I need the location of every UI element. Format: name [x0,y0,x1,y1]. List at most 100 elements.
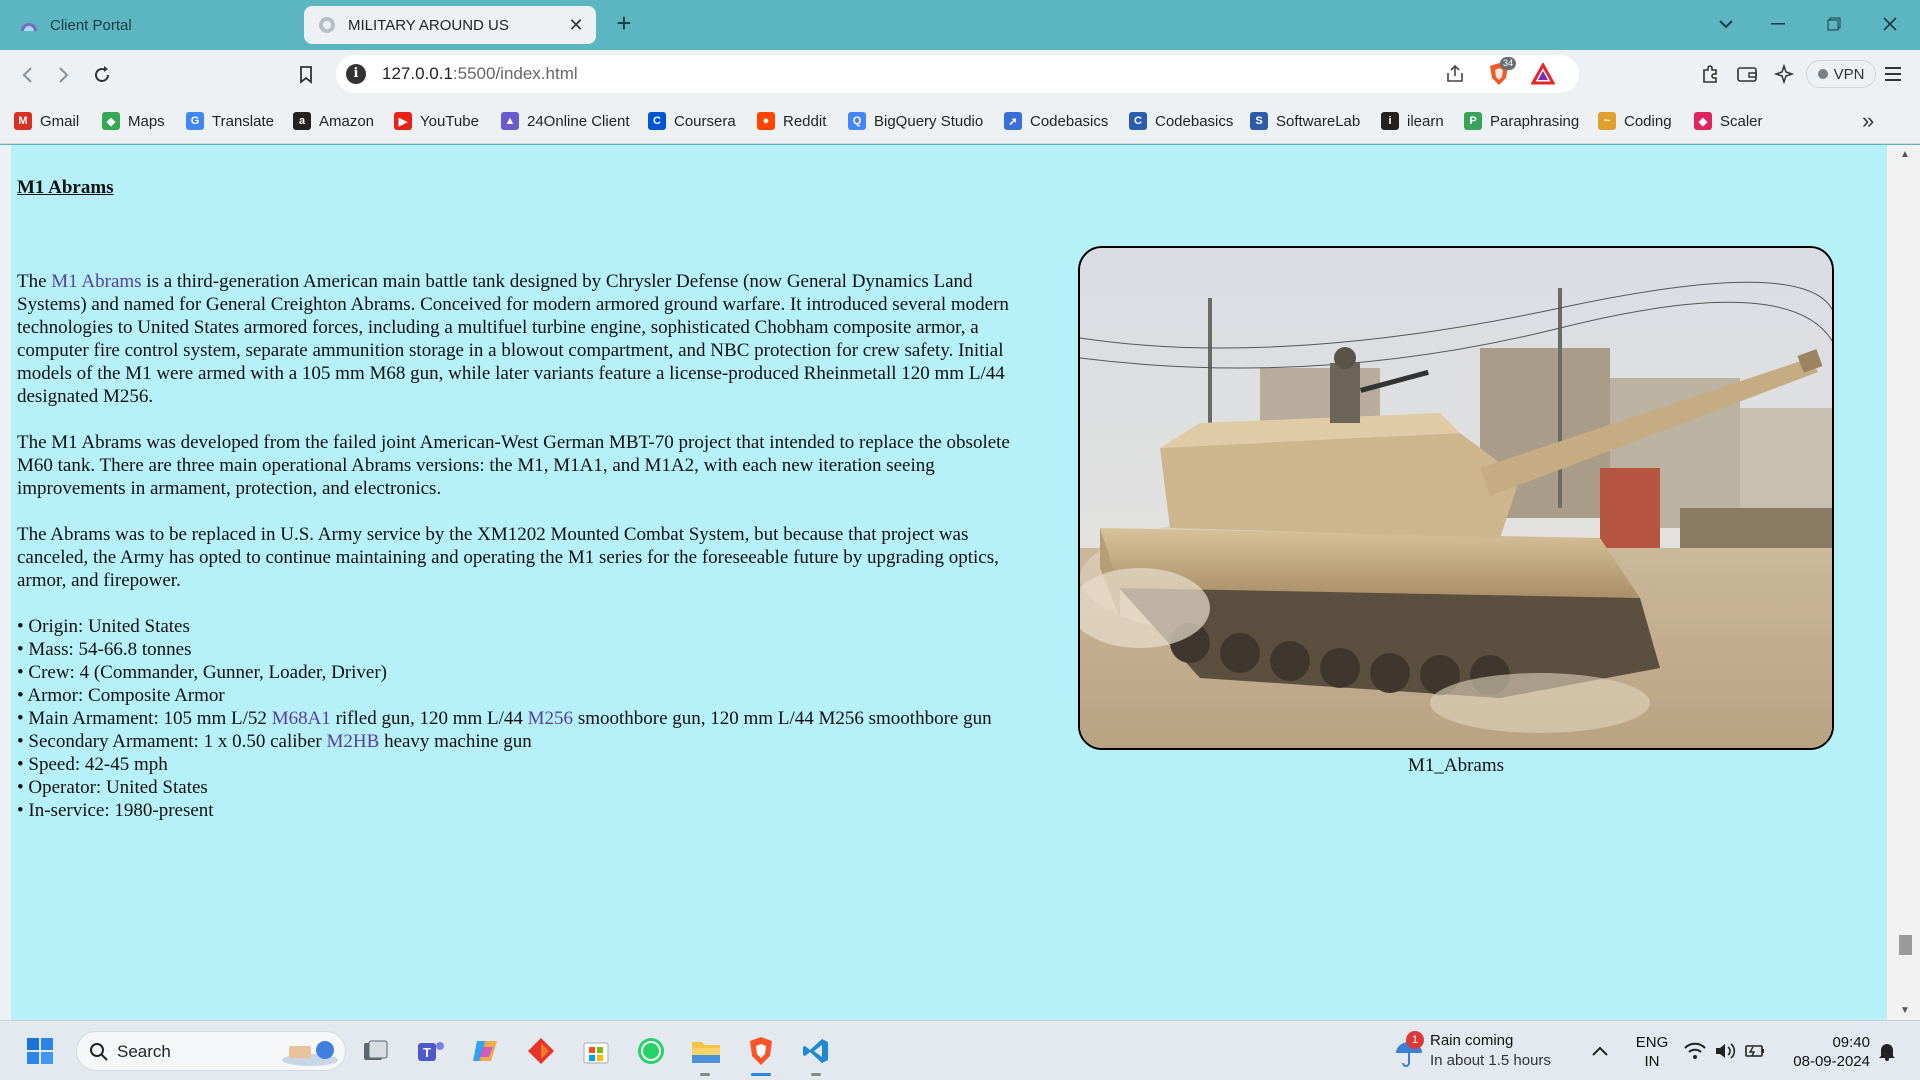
m1-abrams-link[interactable]: M1 Abrams [51,271,141,292]
leo-ai-icon[interactable] [1771,61,1797,87]
forward-icon[interactable] [49,60,79,90]
windows-taskbar: Search T 1 Rain coming In about 1.5 hour… [0,1020,1920,1080]
clock-date: 08-09-2024 [1793,1053,1870,1070]
bookmark-gmail[interactable]: M Gmail [14,110,79,132]
bookmark-codebasics[interactable]: ➚ Codebasics [1004,110,1108,132]
m256-link[interactable]: M256 [528,708,573,729]
brave-active-indicator [751,1073,771,1076]
spec-secondary-armament: • Secondary Armament: 1 x 0.50 caliber M… [17,731,532,752]
microsoft-store-icon[interactable] [578,1033,614,1069]
bookmark-ilearn[interactable]: i ilearn [1381,110,1444,132]
url-text: 127.0.0.1:5500/index.html [382,64,578,83]
bookmark-maps[interactable]: ◆ Maps [102,110,165,132]
bookmark-24online-client[interactable]: ▲ 24Online Client [501,110,630,132]
bookmark-amazon[interactable]: a Amazon [293,110,374,132]
wifi-icon[interactable] [1682,1033,1708,1069]
bookmark-coursera[interactable]: C Coursera [648,110,736,132]
wallet-icon[interactable] [1734,61,1760,87]
bookmark-label: Amazon [319,112,375,130]
softwarelab-icon: S [1250,112,1268,130]
tab-client-portal[interactable]: Client Portal [6,6,296,44]
paraphrasing-icon: P [1464,112,1482,130]
bookmark-scaler[interactable]: ◆ Scaler [1694,110,1763,132]
bookmark-paraphrasing[interactable]: P Paraphrasing [1464,110,1579,132]
restore-icon[interactable] [1814,8,1854,40]
site-info-icon[interactable]: i [346,64,366,84]
bookmark-softwarelab[interactable]: S SoftwareLab [1250,110,1360,132]
search-label: Search [117,1042,171,1061]
close-tab-icon[interactable]: ✕ [566,15,586,35]
m1-abrams-image [1078,246,1834,750]
share-icon[interactable] [1442,61,1468,87]
client-portal-icon [20,16,38,34]
specs-list: • Origin: United States • Mass: 54-66.8 … [17,615,1042,822]
coding-icon: ~ [1598,112,1616,130]
teams-icon[interactable]: T [413,1033,449,1069]
m68a1-link[interactable]: M68A1 [272,708,331,729]
volume-icon[interactable] [1712,1033,1738,1069]
scroll-down-arrow-icon[interactable]: ▼ [1900,1005,1910,1016]
whatsapp-icon[interactable] [633,1033,669,1069]
file-explorer-icon[interactable] [688,1033,724,1069]
vpn-button[interactable]: VPN [1806,60,1876,88]
vscode-icon[interactable] [798,1033,834,1069]
scroll-up-arrow-icon[interactable]: ▲ [1900,149,1910,160]
bookmark-page-icon[interactable] [291,60,321,90]
back-icon[interactable] [12,60,42,90]
bookmarks-bar: M Gmail ◆ Maps G Translate a Amazon ▶ YouTube ▲ 24O… [0,98,1920,144]
notification-bell-icon[interactable] [1874,1033,1900,1069]
brave-browser-icon[interactable] [743,1033,779,1069]
vpn-status-dot [1817,69,1828,79]
menu-icon[interactable] [1880,61,1906,87]
bookmark-label: Codebasics [1030,112,1109,130]
minimize-icon[interactable] [1758,8,1798,40]
bookmark-youtube[interactable]: ▶ YouTube [394,110,479,132]
bookmark-codebasics-2[interactable]: C Codebasics [1129,110,1233,132]
translate-icon: G [186,112,204,130]
new-tab-button[interactable]: + [610,10,638,38]
page-left-gutter [0,145,11,1020]
bookmark-label: Translate [212,112,274,130]
reload-icon[interactable] [87,60,117,90]
address-bar[interactable]: i 127.0.0.1:5500/index.html [336,55,1579,93]
bookmark-coding[interactable]: ~ Coding [1598,110,1672,132]
explorer-running-indicator [700,1073,710,1076]
tank-figure: M1_Abrams [1078,246,1834,777]
spec-armor: • Armor: Composite Armor [17,685,225,706]
show-hidden-icons-chevron-icon[interactable] [1584,1035,1616,1067]
reddit-icon: ● [757,112,775,130]
vpn-label: VPN [1833,65,1865,83]
weather-widget[interactable]: 1 Rain coming In about 1.5 hours [1392,1031,1572,1071]
page-scrollbar[interactable]: ▲ ▼ [1887,145,1920,1020]
tab-search-chevron-icon[interactable] [1706,8,1746,40]
bookmark-bigquery-studio[interactable]: Q BigQuery Studio [848,110,983,132]
bookmark-label: Paraphrasing [1490,112,1580,130]
m2hb-link[interactable]: M2HB [327,731,380,752]
task-view-icon[interactable] [358,1033,394,1069]
language-indicator[interactable]: ENG IN [1630,1033,1674,1071]
tab-military-around-us[interactable]: MILITARY AROUND US ✕ [304,6,596,44]
clock-time: 09:40 [1832,1034,1870,1051]
battery-icon[interactable] [1742,1033,1768,1069]
scaler-icon: ◆ [1694,112,1712,130]
copilot-icon[interactable] [468,1033,504,1069]
weather-subtitle: In about 1.5 hours [1430,1052,1551,1069]
bookmark-translate[interactable]: G Translate [186,110,274,132]
codebasics-icon: C [1129,112,1147,130]
app-diamond-icon[interactable] [523,1033,559,1069]
bookmark-label: Reddit [783,112,827,130]
bookmark-reddit[interactable]: ● Reddit [757,110,826,132]
windows-start-icon[interactable] [22,1033,58,1069]
bookmark-label: Coding [1624,112,1672,130]
spec-speed: • Speed: 42-45 mph [17,754,168,775]
spec-crew: • Crew: 4 (Commander, Gunner, Loader, Dr… [17,662,387,683]
clock[interactable]: 09:40 08-09-2024 [1780,1033,1870,1071]
taskbar-search[interactable]: Search [76,1031,346,1071]
scroll-thumb[interactable] [1899,935,1912,955]
tab-label: MILITARY AROUND US [348,16,509,34]
extensions-icon[interactable] [1697,61,1723,87]
brave-shield-icon[interactable]: 34 [1486,57,1517,87]
brave-rewards-icon[interactable] [1530,61,1556,87]
close-window-icon[interactable] [1870,8,1910,40]
bookmarks-overflow-icon[interactable]: » [1862,108,1874,134]
